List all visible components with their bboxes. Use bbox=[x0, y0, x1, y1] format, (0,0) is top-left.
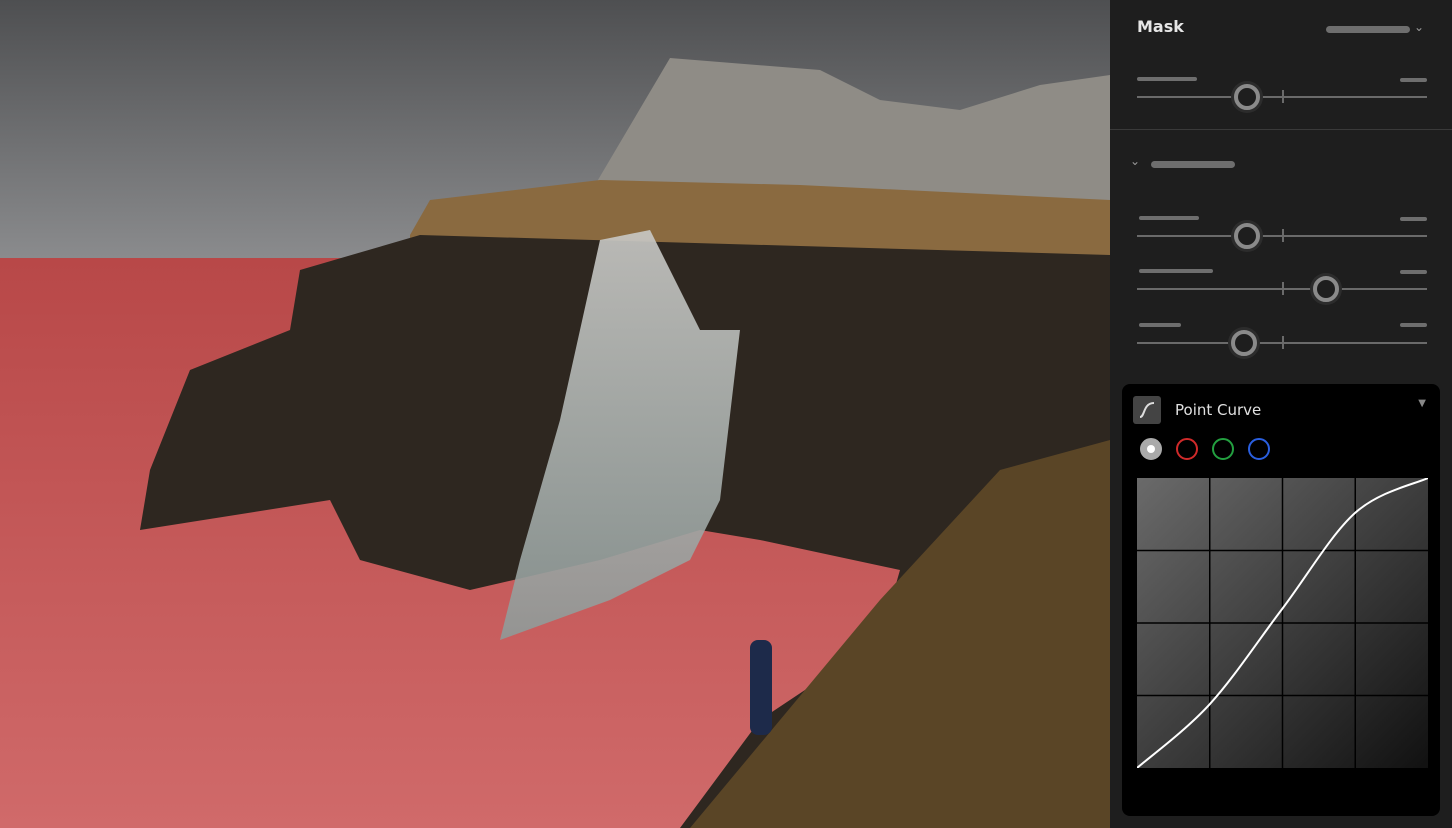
channel-blue-button[interactable] bbox=[1248, 438, 1270, 460]
divider bbox=[1110, 129, 1452, 130]
dropdown-arrow-icon[interactable]: ▼ bbox=[1418, 398, 1426, 409]
person bbox=[750, 640, 772, 735]
slider-value bbox=[1400, 217, 1427, 221]
section-header[interactable] bbox=[1151, 161, 1235, 168]
edit-panel: Mask ⌄ ⌄ Point Curve ▼ bbox=[1110, 0, 1452, 828]
channel-rgb-button[interactable] bbox=[1140, 438, 1162, 460]
channel-red-button[interactable] bbox=[1176, 438, 1198, 460]
slider[interactable] bbox=[1137, 276, 1427, 302]
curve-graph[interactable] bbox=[1137, 478, 1428, 768]
chevron-down-icon[interactable]: ⌄ bbox=[1130, 154, 1140, 168]
slider-label bbox=[1139, 269, 1213, 273]
point-curve-label: Point Curve bbox=[1175, 401, 1262, 419]
slider-label bbox=[1139, 323, 1181, 327]
slider-thumb[interactable] bbox=[1234, 223, 1261, 249]
slider-thumb[interactable] bbox=[1312, 276, 1339, 302]
slider-value bbox=[1400, 323, 1427, 327]
slider[interactable] bbox=[1137, 330, 1427, 356]
photo-canvas[interactable] bbox=[0, 0, 1110, 828]
mask-title: Mask bbox=[1137, 17, 1184, 36]
slider-label bbox=[1139, 216, 1199, 220]
slider-label bbox=[1137, 77, 1197, 81]
mask-dropdown[interactable] bbox=[1326, 26, 1410, 33]
slider-value bbox=[1400, 78, 1427, 82]
chevron-down-icon[interactable]: ⌄ bbox=[1414, 20, 1424, 34]
slider-thumb[interactable] bbox=[1231, 330, 1258, 356]
curve-icon[interactable] bbox=[1133, 396, 1161, 424]
slider-value bbox=[1400, 270, 1427, 274]
slider[interactable] bbox=[1137, 84, 1427, 110]
slider-thumb[interactable] bbox=[1234, 84, 1261, 110]
point-curve-card: Point Curve ▼ bbox=[1122, 384, 1440, 816]
channel-green-button[interactable] bbox=[1212, 438, 1234, 460]
slider[interactable] bbox=[1137, 223, 1427, 249]
